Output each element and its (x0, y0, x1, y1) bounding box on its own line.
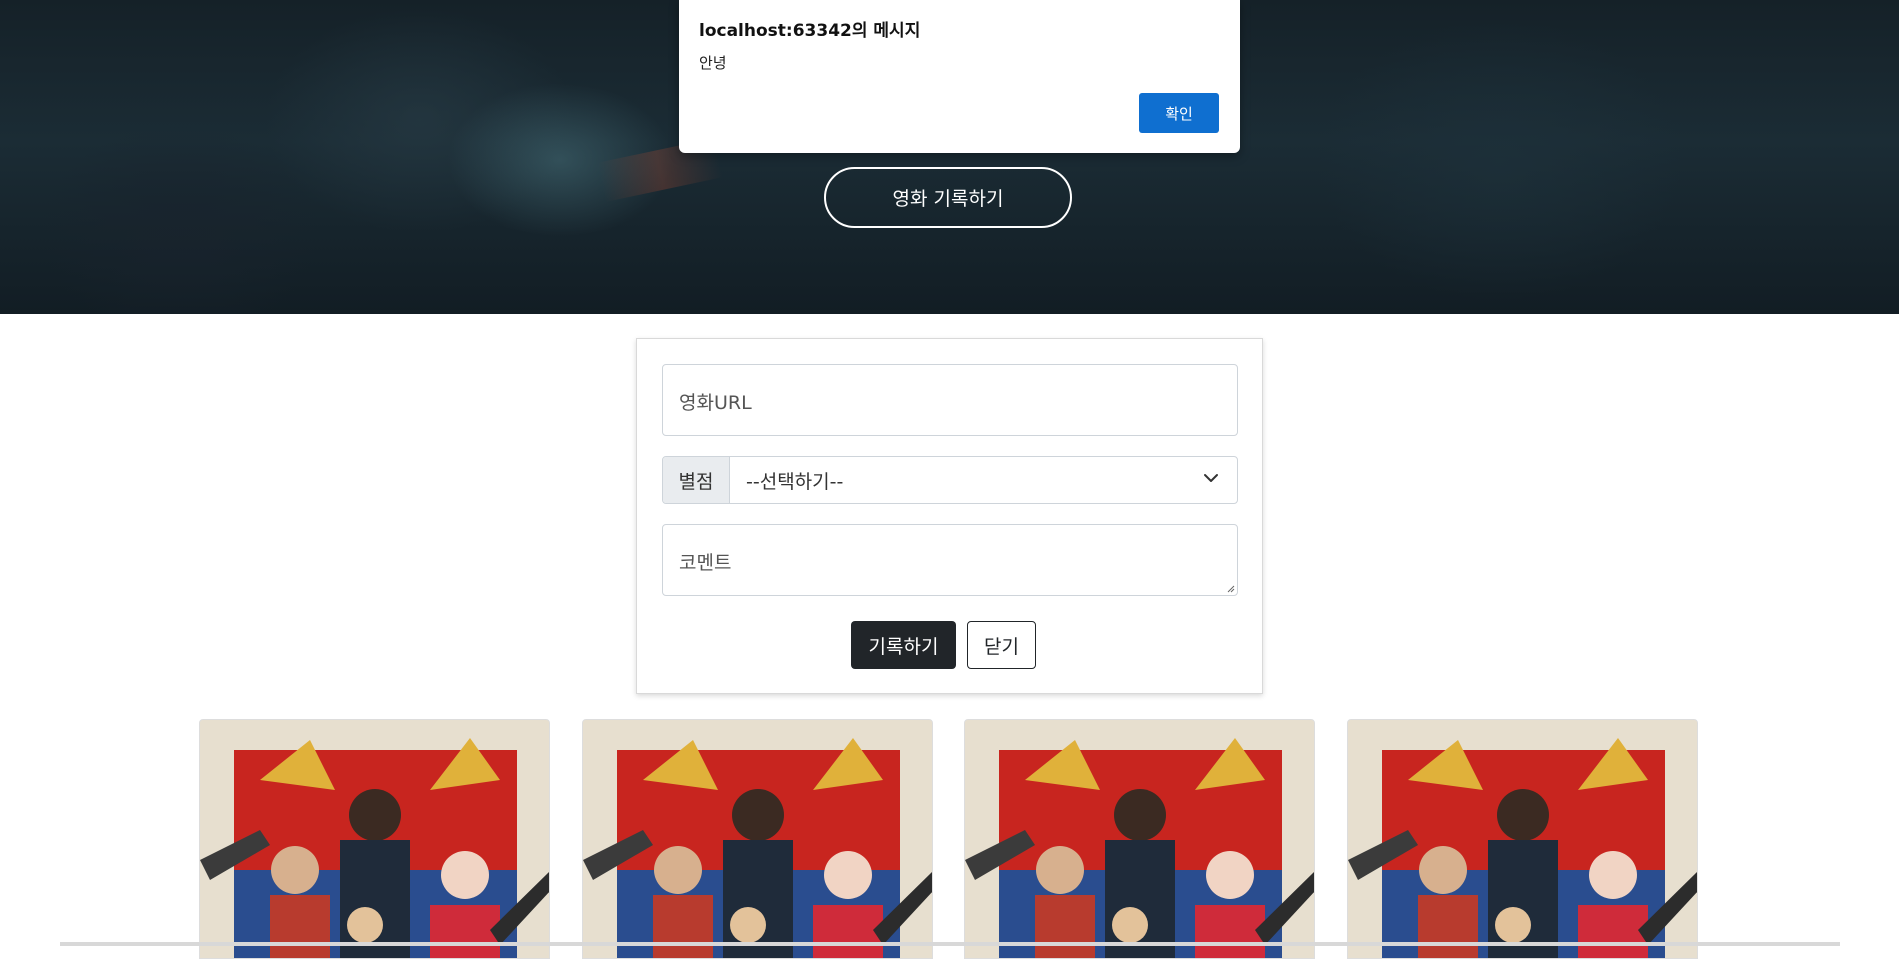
movie-card[interactable] (964, 719, 1315, 959)
movie-form-card: 영화URL 별점 --선택하기-- 코멘트 기록하기 닫기 (636, 338, 1263, 694)
close-form-button[interactable]: 닫기 (967, 621, 1036, 669)
rating-input-group: 별점 --선택하기-- (662, 456, 1238, 504)
movie-poster-image (1348, 720, 1697, 958)
rating-select[interactable]: --선택하기-- (730, 457, 1237, 503)
comment-textarea[interactable]: 코멘트 (662, 524, 1238, 596)
rating-label: 별점 (663, 457, 730, 503)
alert-ok-button[interactable]: 확인 (1139, 93, 1219, 133)
comment-placeholder: 코멘트 (679, 552, 732, 574)
save-record-button[interactable]: 기록하기 (851, 621, 956, 669)
horizontal-scrollbar[interactable] (60, 942, 1840, 946)
alert-dialog: localhost:63342의 메시지 안녕 확인 (679, 0, 1240, 153)
movie-card-list (199, 719, 1699, 959)
movie-card[interactable] (199, 719, 550, 959)
rating-selected-value: --선택하기-- (746, 470, 844, 493)
movie-url-placeholder: 영화URL (679, 392, 752, 414)
resize-handle-icon[interactable] (1225, 583, 1235, 593)
movie-card[interactable] (582, 719, 933, 959)
alert-title: localhost:63342의 메시지 (699, 21, 921, 41)
movie-card[interactable] (1347, 719, 1698, 959)
movie-url-input[interactable]: 영화URL (662, 364, 1238, 436)
movie-poster-image (583, 720, 932, 958)
movie-poster-image (200, 720, 549, 958)
alert-message: 안녕 (699, 54, 727, 72)
chevron-down-icon (1204, 474, 1218, 482)
record-movie-button[interactable]: 영화 기록하기 (824, 167, 1072, 228)
movie-poster-image (965, 720, 1314, 958)
